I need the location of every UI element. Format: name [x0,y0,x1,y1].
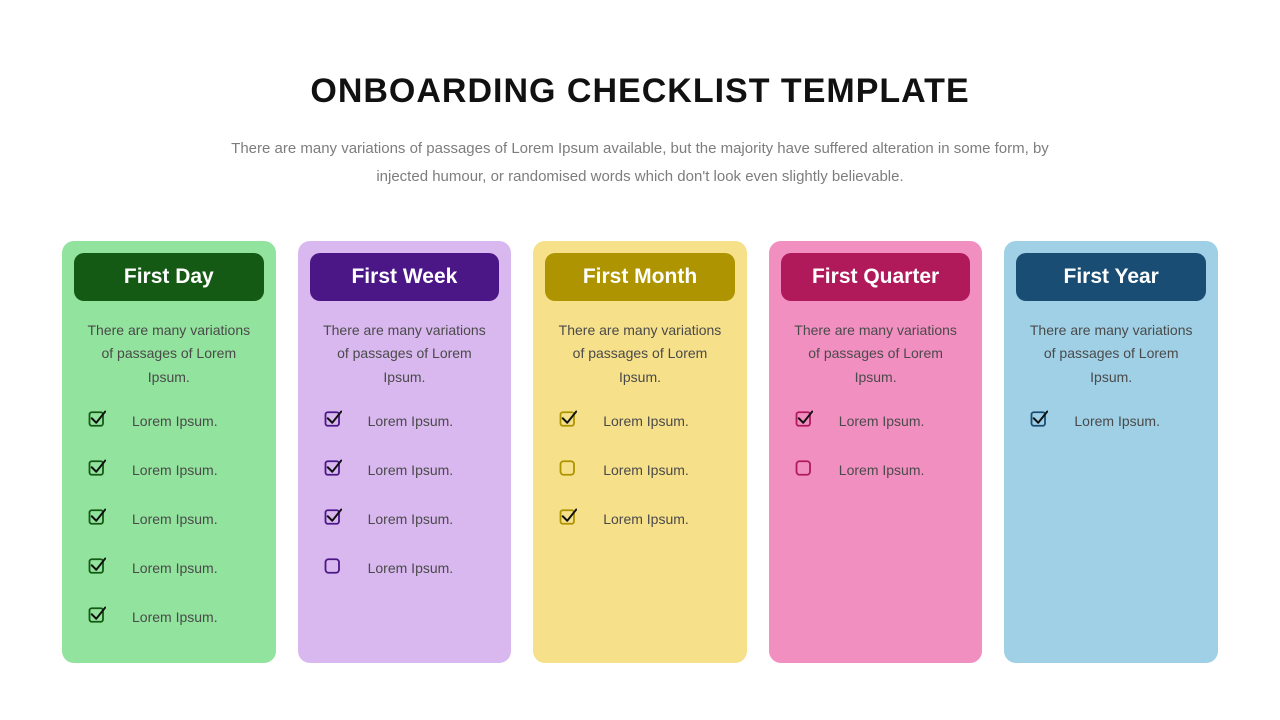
checkbox-checked-icon[interactable] [88,410,106,433]
checklist-item-label: Lorem Ipsum. [132,609,218,625]
checklist-item: Lorem Ipsum. [795,459,961,482]
checklist-item-label: Lorem Ipsum. [368,560,454,576]
checkbox-checked-icon[interactable] [88,557,106,580]
checklist-item: Lorem Ipsum. [324,508,490,531]
checklist-items: Lorem Ipsum. Lorem Ipsum. Lorem Ipsum. L… [74,410,264,629]
checklist-items: Lorem Ipsum. [1016,410,1206,433]
card-description: There are many variations of passages of… [1016,319,1206,390]
checklist-card: First Year There are many variations of p… [1004,241,1218,663]
checkbox-checked-icon[interactable] [88,459,106,482]
checklist-item-label: Lorem Ipsum. [132,511,218,527]
checklist-item-label: Lorem Ipsum. [132,413,218,429]
checklist-card: First Week There are many variations of p… [298,241,512,663]
checkbox-checked-icon[interactable] [1030,410,1048,433]
checkbox-checked-icon[interactable] [795,410,813,433]
checklist-item: Lorem Ipsum. [88,606,254,629]
card-row: First Day There are many variations of pa… [0,241,1280,663]
checklist-items: Lorem Ipsum. Lorem Ipsum. [781,410,971,482]
checklist-item-label: Lorem Ipsum. [839,462,925,478]
checklist-item: Lorem Ipsum. [795,410,961,433]
checklist-item: Lorem Ipsum. [324,459,490,482]
checklist-item: Lorem Ipsum. [324,557,490,580]
checkbox-unchecked-icon[interactable] [324,557,342,580]
checklist-card: First Day There are many variations of pa… [62,241,276,663]
checklist-item: Lorem Ipsum. [559,508,725,531]
checklist-item-label: Lorem Ipsum. [368,462,454,478]
card-header: First Month [545,253,735,301]
checkbox-unchecked-icon[interactable] [795,459,813,482]
checklist-item-label: Lorem Ipsum. [132,462,218,478]
checklist-item: Lorem Ipsum. [88,557,254,580]
card-description: There are many variations of passages of… [781,319,971,390]
checkbox-checked-icon[interactable] [88,508,106,531]
checklist-item: Lorem Ipsum. [1030,410,1196,433]
checklist-item-label: Lorem Ipsum. [603,462,689,478]
checklist-item-label: Lorem Ipsum. [603,413,689,429]
checklist-item: Lorem Ipsum. [324,410,490,433]
page-subtitle: There are many variations of passages of… [215,135,1065,191]
checklist-items: Lorem Ipsum. Lorem Ipsum. Lorem Ipsum. L… [310,410,500,580]
card-header: First Quarter [781,253,971,301]
checklist-item: Lorem Ipsum. [559,410,725,433]
checklist-item-label: Lorem Ipsum. [132,560,218,576]
checkbox-checked-icon[interactable] [88,606,106,629]
checklist-item: Lorem Ipsum. [88,508,254,531]
checkbox-unchecked-icon[interactable] [559,459,577,482]
card-header: First Day [74,253,264,301]
card-description: There are many variations of passages of… [310,319,500,390]
checklist-item: Lorem Ipsum. [88,410,254,433]
card-description: There are many variations of passages of… [545,319,735,390]
checkbox-checked-icon[interactable] [559,508,577,531]
checkbox-checked-icon[interactable] [559,410,577,433]
checklist-card: First Month There are many variations of … [533,241,747,663]
card-description: There are many variations of passages of… [74,319,264,390]
checklist-item-label: Lorem Ipsum. [368,511,454,527]
checkbox-checked-icon[interactable] [324,459,342,482]
checklist-item-label: Lorem Ipsum. [1074,413,1160,429]
checkbox-checked-icon[interactable] [324,410,342,433]
card-header: First Year [1016,253,1206,301]
checklist-item-label: Lorem Ipsum. [839,413,925,429]
checkbox-checked-icon[interactable] [324,508,342,531]
page-title: ONBOARDING CHECKLIST TEMPLATE [310,72,969,111]
checklist-item: Lorem Ipsum. [88,459,254,482]
checklist-item: Lorem Ipsum. [559,459,725,482]
checklist-item-label: Lorem Ipsum. [368,413,454,429]
card-header: First Week [310,253,500,301]
checklist-item-label: Lorem Ipsum. [603,511,689,527]
checklist-card: First Quarter There are many variations o… [769,241,983,663]
checklist-items: Lorem Ipsum. Lorem Ipsum. Lorem Ipsum. [545,410,735,531]
